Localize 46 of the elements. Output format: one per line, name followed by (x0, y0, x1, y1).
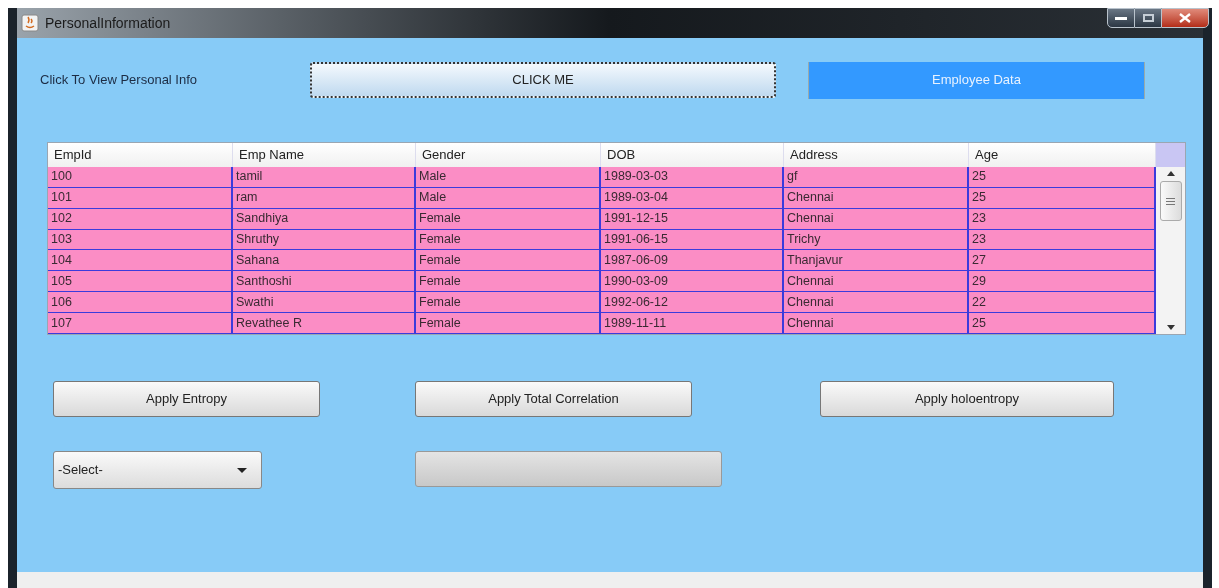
table-cell: ram (233, 187, 416, 208)
close-icon (1179, 13, 1191, 23)
minimize-button[interactable] (1107, 8, 1135, 28)
select-dropdown[interactable]: -Select- (53, 451, 262, 489)
column-header[interactable]: Gender (416, 143, 601, 167)
table-cell: Male (416, 187, 601, 208)
action-button[interactable]: Apply Total Correlation (415, 381, 692, 417)
action-button[interactable]: Apply Entropy (53, 381, 320, 417)
caret-icon (237, 467, 247, 473)
column-header[interactable]: EmpId (48, 143, 233, 167)
table-cell: 1989-03-03 (601, 166, 784, 187)
scroll-thumb[interactable] (1159, 181, 1182, 221)
scroll-down-icon[interactable] (1166, 325, 1175, 330)
table-cell: tamil (233, 166, 416, 187)
column-header[interactable]: DOB (601, 143, 784, 167)
table-cell: 102 (48, 208, 233, 229)
table-cell: 1989-11-11 (601, 313, 784, 333)
table-cell: 101 (48, 187, 233, 208)
close-button[interactable] (1161, 8, 1209, 28)
table-cell: 100 (48, 166, 233, 187)
scrollbar[interactable] (1156, 167, 1185, 334)
window-title: PersonalInformation (45, 13, 171, 33)
table-cell: 1991-12-15 (601, 208, 784, 229)
minimize-icon (1115, 16, 1127, 20)
grip-icon (1166, 197, 1175, 205)
table-cell: Male (416, 166, 601, 187)
table-cell: Chennai (784, 187, 969, 208)
table-cell: 107 (48, 313, 233, 333)
scroll-up-icon[interactable] (1166, 171, 1175, 176)
table-cell: Chennai (784, 208, 969, 229)
table-cell: 1989-03-04 (601, 187, 784, 208)
action-button[interactable]: Apply holoentropy (820, 381, 1114, 417)
prompt-label: Click To View Personal Info (40, 71, 199, 90)
maximize-icon (1142, 14, 1154, 22)
table-cell: Chennai (784, 313, 969, 333)
app-icon (21, 14, 39, 32)
column-header[interactable]: Emp Name (233, 143, 416, 167)
table-cell: Revathee R (233, 313, 416, 333)
table-cell: Female (416, 313, 601, 333)
table-cell: gf (784, 166, 969, 187)
table-cell: Sandhiya (233, 208, 416, 229)
table-cell: Female (416, 208, 601, 229)
header-corner (1156, 143, 1185, 167)
column-header[interactable]: Address (784, 143, 969, 167)
click-me-button[interactable]: CLICK ME (310, 62, 776, 98)
maximize-button[interactable] (1135, 8, 1161, 28)
